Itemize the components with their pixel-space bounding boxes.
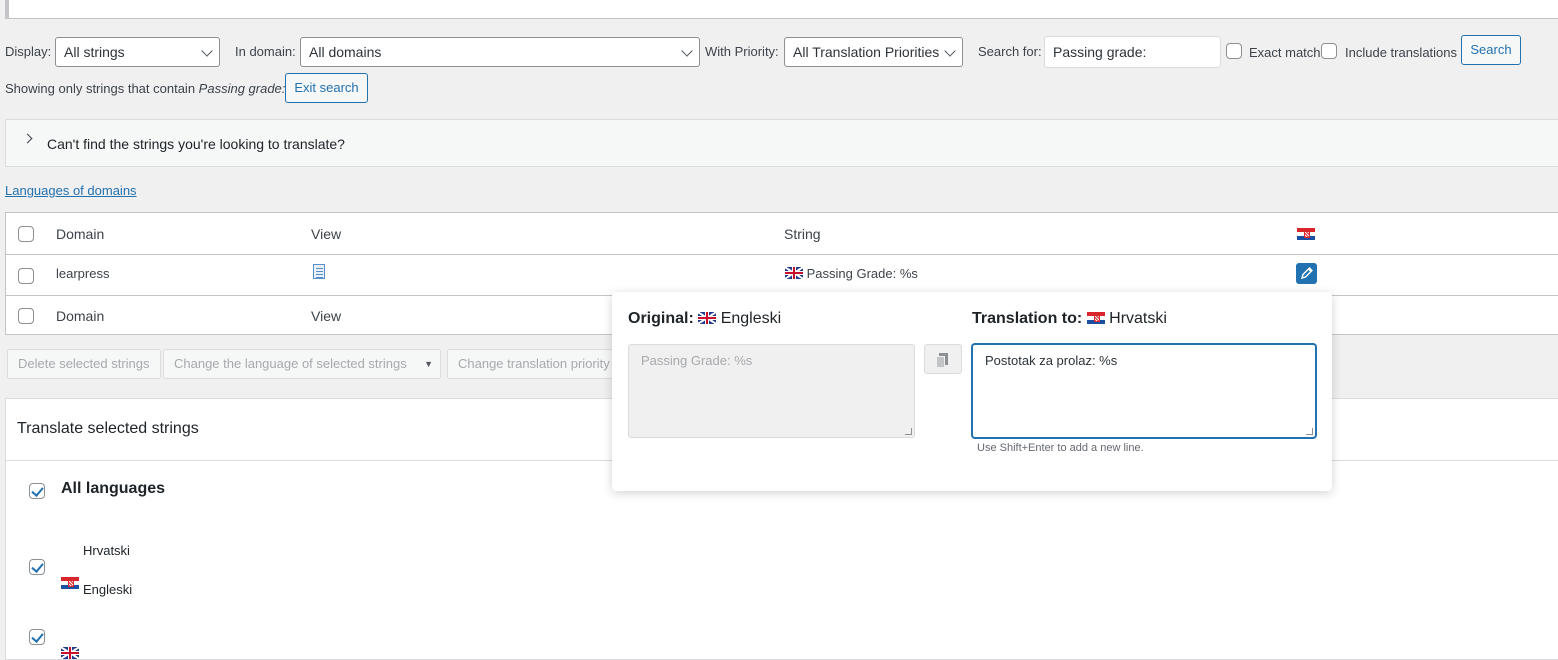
search-status-term: Passing grade: bbox=[198, 81, 286, 96]
priority-select[interactable]: All Translation Priorities bbox=[784, 37, 963, 67]
search-button[interactable]: Search bbox=[1461, 35, 1521, 65]
translation-text: Postotak za prolaz: %s bbox=[985, 353, 1118, 368]
original-text: Passing Grade: %s bbox=[641, 353, 753, 368]
column-footer-view: View bbox=[311, 308, 342, 324]
edit-translation-pencil-icon[interactable] bbox=[1296, 263, 1317, 284]
help-panel-text: Can't find the strings you're looking to… bbox=[47, 136, 345, 152]
caret-down-icon: ▼ bbox=[424, 359, 433, 369]
row-domain: learpress bbox=[56, 266, 110, 281]
language-label-hrvatski: Hrvatski bbox=[83, 543, 130, 558]
help-panel[interactable]: Can't find the strings you're looking to… bbox=[5, 119, 1558, 167]
uk-flag-icon bbox=[785, 267, 803, 279]
include-translations-checkbox[interactable] bbox=[1321, 43, 1337, 59]
translate-panel-title: Translate selected strings bbox=[17, 420, 199, 437]
priority-select-value: All Translation Priorities bbox=[793, 44, 940, 60]
translation-language: Hrvatski bbox=[1109, 310, 1167, 327]
croatian-flag-icon bbox=[61, 577, 79, 589]
exact-match-label: Exact match bbox=[1249, 45, 1321, 60]
search-status-prefix: Showing only strings that contain bbox=[5, 81, 199, 96]
languages-of-domains-link[interactable]: Languages of domains bbox=[5, 183, 137, 198]
change-language-label: Change the language of selected strings bbox=[174, 356, 407, 371]
chevron-right-icon bbox=[22, 133, 33, 144]
row-checkbox[interactable] bbox=[18, 268, 34, 284]
display-select-value: All strings bbox=[64, 44, 125, 60]
translation-heading: Translation to: Hrvatski bbox=[972, 310, 1167, 328]
column-header-domain[interactable]: Domain bbox=[56, 226, 104, 242]
column-footer-domain[interactable]: Domain bbox=[56, 308, 104, 324]
original-heading: Original: Engleski bbox=[628, 310, 781, 328]
domain-label: In domain: bbox=[235, 44, 296, 59]
search-label: Search for: bbox=[978, 44, 1042, 59]
table-row: learpress Passing Grade: %s bbox=[6, 255, 1558, 296]
change-language-select[interactable]: Change the language of selected strings … bbox=[163, 349, 441, 379]
translation-text-area[interactable]: Postotak za prolaz: %s bbox=[972, 344, 1316, 438]
translation-popup: Original: Engleski Translation to: Hrvat… bbox=[612, 292, 1332, 491]
priority-label: With Priority: bbox=[705, 44, 779, 59]
language-label-engleski: Engleski bbox=[83, 582, 133, 597]
all-languages-label: All languages bbox=[61, 480, 166, 497]
column-header-view: View bbox=[311, 226, 342, 242]
original-language: Engleski bbox=[720, 310, 782, 327]
display-select[interactable]: All strings bbox=[55, 37, 220, 67]
language-checkbox-hrvatski[interactable] bbox=[29, 559, 45, 575]
all-languages-checkbox[interactable] bbox=[29, 483, 45, 499]
chevron-down-icon bbox=[201, 45, 213, 57]
uk-flag-icon bbox=[698, 312, 717, 324]
search-input[interactable]: Passing grade: bbox=[1044, 36, 1221, 68]
include-translations-label: Include translations bbox=[1345, 45, 1458, 60]
top-panel bbox=[5, 0, 1558, 19]
domain-select-value: All domains bbox=[309, 44, 382, 60]
row-string: Passing Grade: %s bbox=[785, 266, 918, 281]
copy-original-button[interactable] bbox=[924, 344, 962, 374]
table-header-row: Domain View String bbox=[6, 213, 1558, 255]
change-priority-select[interactable]: Change translation priority bbox=[447, 349, 617, 379]
exit-search-button[interactable]: Exit search bbox=[285, 73, 368, 103]
view-document-icon[interactable] bbox=[313, 264, 325, 279]
search-input-value: Passing grade: bbox=[1053, 44, 1147, 60]
chevron-down-icon bbox=[681, 45, 693, 57]
original-label: Original: bbox=[628, 310, 694, 327]
newline-hint: Use Shift+Enter to add a new line. bbox=[977, 442, 1144, 454]
row-string-text: Passing Grade: %s bbox=[806, 266, 918, 281]
display-label: Display: bbox=[5, 44, 52, 59]
croatian-flag-icon bbox=[1297, 228, 1315, 240]
croatian-flag-icon bbox=[1086, 312, 1105, 324]
language-checkbox-engleski[interactable] bbox=[29, 629, 45, 645]
exact-match-checkbox[interactable] bbox=[1226, 43, 1242, 59]
select-all-checkbox-footer[interactable] bbox=[18, 308, 34, 324]
chevron-down-icon bbox=[944, 45, 956, 57]
resize-handle-icon[interactable] bbox=[905, 428, 912, 435]
domain-select[interactable]: All domains bbox=[300, 37, 700, 67]
column-header-string[interactable]: String bbox=[784, 226, 821, 242]
search-status: Showing only strings that contain Passin… bbox=[5, 81, 285, 96]
select-all-checkbox[interactable] bbox=[18, 226, 34, 242]
delete-selected-strings-button[interactable]: Delete selected strings bbox=[7, 349, 161, 379]
uk-flag-icon bbox=[61, 647, 79, 659]
translation-label: Translation to: bbox=[972, 310, 1083, 327]
original-text-area: Passing Grade: %s bbox=[628, 344, 915, 438]
resize-handle-icon[interactable] bbox=[1306, 428, 1313, 435]
